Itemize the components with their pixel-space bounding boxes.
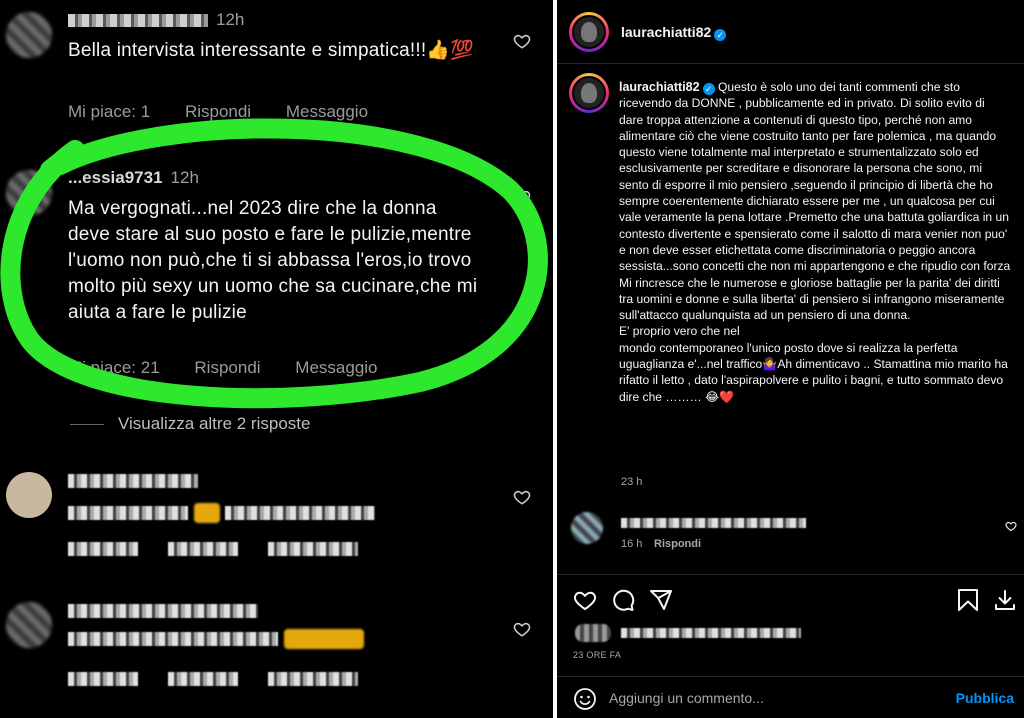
separator [557, 574, 1024, 575]
heart-icon[interactable] [1005, 520, 1017, 532]
liker-avatars-blurred[interactable] [575, 624, 611, 642]
username-blurred[interactable] [68, 14, 208, 28]
comment-text-blurred [68, 626, 488, 652]
caption-paragraph: E' proprio vero che nel [619, 324, 740, 339]
view-more-replies[interactable]: Visualizza altre 2 risposte [70, 414, 310, 434]
post-panel: laurachiatti82 ✓ laurachiatti82 ✓ Questo è… [557, 0, 1024, 718]
emoji-blurred [194, 502, 220, 523]
emoji-icon[interactable] [573, 687, 597, 711]
blurred-text[interactable] [68, 541, 138, 556]
comment-text: Bella intervista interessante e simpatic… [68, 40, 475, 61]
header-username[interactable]: laurachiatti82 [621, 24, 711, 40]
heart-icon[interactable] [513, 188, 531, 206]
comments-panel: 12h Bella intervista interessante e simp… [0, 0, 553, 718]
caption-username[interactable]: laurachiatti82 [619, 80, 700, 94]
comment-actions [68, 538, 388, 558]
blurred-text [68, 505, 188, 520]
blurred-text [68, 631, 278, 646]
reply-button[interactable]: Rispondi [194, 358, 260, 378]
post-time: 23 ORE FA [573, 650, 622, 660]
blurred-text [225, 505, 376, 520]
avatar[interactable] [6, 602, 52, 648]
add-comment-input[interactable]: Aggiungi un commento... [609, 690, 764, 706]
post-caption: laurachiatti82 ✓ Questo è solo uno dei ta… [619, 79, 1011, 405]
avatar[interactable] [6, 170, 52, 216]
avatar[interactable] [571, 512, 603, 544]
blurred-text[interactable] [268, 671, 358, 686]
download-icon[interactable] [993, 588, 1017, 612]
caption-paragraph: mondo contemporaneo l'unico posto dove s… [619, 340, 1008, 404]
blurred-text [621, 518, 806, 528]
likes-count[interactable]: Mi piace: 21 [68, 358, 160, 378]
caption-paragraph: Questo è solo uno dei tanti commenti che… [619, 80, 1011, 274]
heart-icon[interactable] [573, 588, 597, 612]
message-button[interactable]: Messaggio [286, 102, 368, 122]
avatar[interactable] [6, 472, 52, 518]
comment-actions: Mi piace: 1 Rispondi Messaggio [68, 102, 398, 122]
comment-actions [68, 668, 388, 688]
emoji-blurred [284, 628, 364, 649]
add-comment-bar: Aggiungi un commento... Pubblica [557, 676, 1024, 718]
username-blurred[interactable] [68, 473, 198, 488]
blurred-text[interactable] [268, 541, 358, 556]
verified-badge-icon: ✓ [702, 83, 715, 95]
caption-avatar[interactable] [569, 73, 609, 113]
comment-meta: 12h [68, 10, 244, 30]
blurred-text[interactable] [68, 671, 138, 686]
caption-paragraph: Mi rincresce che le numerose e gloriose … [619, 275, 1005, 323]
heart-icon[interactable] [513, 32, 531, 50]
save-bookmark-icon[interactable] [957, 588, 979, 612]
reply-button[interactable]: Rispondi [185, 102, 251, 122]
message-button[interactable]: Messaggio [295, 358, 377, 378]
blurred-text[interactable] [168, 541, 238, 556]
caption-time: 23 h [621, 476, 643, 488]
comment-meta [68, 470, 198, 490]
reply-time: 16 h [621, 538, 643, 550]
header-user: laurachiatti82 ✓ [621, 24, 727, 42]
comment-time: 12h [216, 10, 245, 29]
blurred-text[interactable] [621, 628, 802, 638]
comment-actions: Mi piace: 21 Rispondi Messaggio [68, 358, 408, 378]
likes-summary [575, 624, 802, 642]
comment-meta: ...essia9731 12h [68, 168, 199, 188]
comment-text-blurred [68, 500, 488, 526]
reply-button[interactable]: Rispondi [654, 538, 701, 550]
blurred-text[interactable] [168, 671, 238, 686]
publish-button[interactable]: Pubblica [956, 690, 1014, 706]
heart-icon[interactable] [513, 620, 531, 638]
comment-icon[interactable] [611, 588, 635, 612]
verified-badge-icon: ✓ [714, 29, 727, 41]
comment-text: Ma vergognati...nel 2023 dire che la don… [68, 198, 478, 323]
comment-meta [68, 600, 258, 620]
profile-avatar[interactable] [569, 12, 609, 52]
share-icon[interactable] [649, 588, 673, 612]
post-header: laurachiatti82 ✓ [557, 0, 1024, 64]
comment-time: 12h [170, 168, 199, 187]
comment-username[interactable]: ...essia9731 [68, 168, 163, 187]
likes-count[interactable]: Mi piace: 1 [68, 102, 150, 122]
username-blurred[interactable] [68, 603, 258, 618]
avatar[interactable] [6, 12, 52, 58]
heart-icon[interactable] [513, 488, 531, 506]
